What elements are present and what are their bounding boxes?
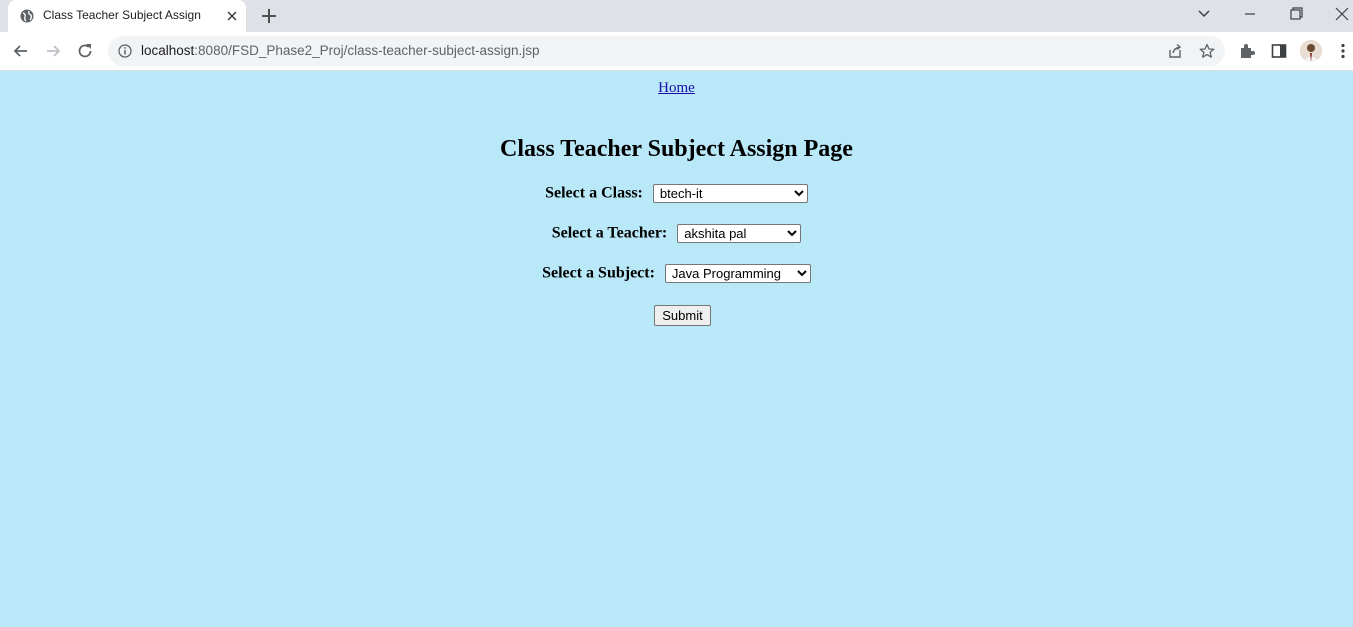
browser-tab[interactable]: Class Teacher Subject Assign xyxy=(8,0,246,32)
reload-icon[interactable] xyxy=(75,41,95,61)
tab-search-icon[interactable] xyxy=(1192,4,1216,24)
info-icon[interactable] xyxy=(118,44,132,58)
submit-button[interactable]: Submit xyxy=(654,305,711,326)
new-tab-icon[interactable] xyxy=(259,6,279,26)
extensions-icon[interactable] xyxy=(1238,42,1256,60)
back-icon[interactable] xyxy=(11,41,31,61)
close-window-icon[interactable] xyxy=(1330,4,1353,24)
globe-icon xyxy=(20,9,34,23)
page-title: Class Teacher Subject Assign Page xyxy=(500,136,853,162)
subject-row: Select a Subject: Java Programming xyxy=(0,264,1353,283)
avatar-image xyxy=(1300,40,1322,62)
profile-avatar[interactable] xyxy=(1300,40,1322,62)
share-icon[interactable] xyxy=(1167,43,1183,59)
class-label: Select a Class: xyxy=(545,184,643,202)
subject-select[interactable]: Java Programming xyxy=(664,264,811,283)
side-panel-icon[interactable] xyxy=(1270,42,1288,60)
address-bar[interactable]: localhost:8080/FSD_Phase2_Proj/class-tea… xyxy=(108,36,1225,66)
url-host: localhost xyxy=(141,43,195,58)
url-text: localhost:8080/FSD_Phase2_Proj/class-tea… xyxy=(141,43,539,58)
forward-icon[interactable] xyxy=(43,41,63,61)
teacher-row: Select a Teacher: akshita pal xyxy=(0,224,1353,243)
tab-title: Class Teacher Subject Assign xyxy=(43,8,201,22)
browser-toolbar: localhost:8080/FSD_Phase2_Proj/class-tea… xyxy=(0,32,1353,71)
class-row: Select a Class: btech-it xyxy=(0,184,1353,203)
menu-icon[interactable] xyxy=(1334,42,1352,60)
home-nav: Home xyxy=(0,80,1353,97)
page-content: Home Class Teacher Subject Assign Page S… xyxy=(0,71,1353,627)
class-select[interactable]: btech-it xyxy=(652,184,808,203)
restore-icon[interactable] xyxy=(1284,4,1308,24)
teacher-select[interactable]: akshita pal xyxy=(677,224,802,243)
close-tab-icon[interactable] xyxy=(224,8,240,24)
minimize-icon[interactable] xyxy=(1238,4,1262,24)
teacher-label: Select a Teacher: xyxy=(551,224,668,242)
home-link[interactable]: Home xyxy=(658,80,695,96)
bookmark-star-icon[interactable] xyxy=(1199,43,1215,59)
subject-label: Select a Subject: xyxy=(542,264,655,282)
url-path: :8080/FSD_Phase2_Proj/class-teacher-subj… xyxy=(194,43,540,58)
tab-strip: Class Teacher Subject Assign xyxy=(0,0,1353,32)
